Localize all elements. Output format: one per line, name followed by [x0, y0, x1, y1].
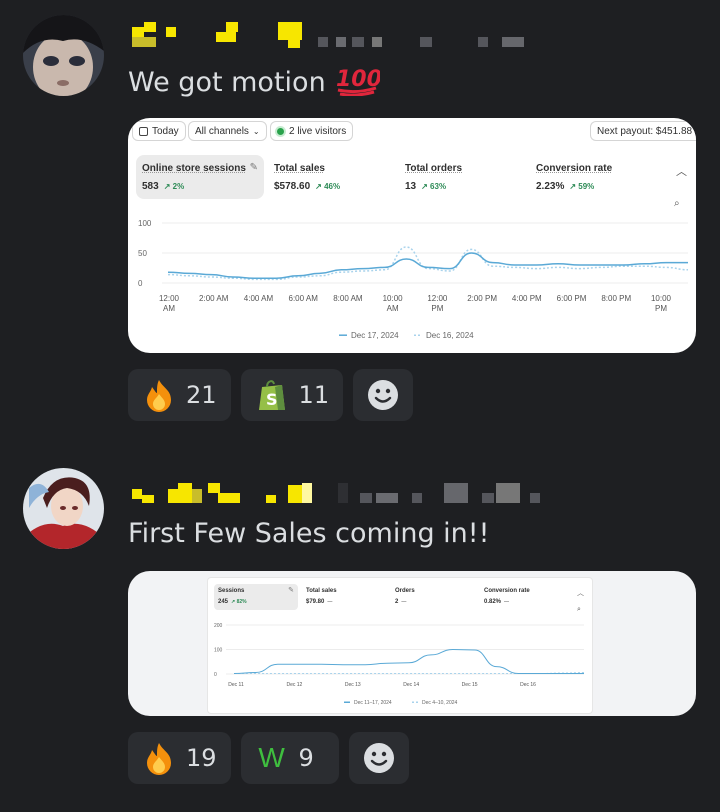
- y-tick-label: 200: [214, 623, 223, 629]
- fire-icon: [142, 378, 176, 412]
- sessions-line-chart: 10050012:00AM2:00 AM 4:00 AM 6:00 AM 8:00 A…: [138, 219, 689, 340]
- shopify-bag-icon: S: [255, 378, 289, 412]
- message-text-label: We got motion: [128, 67, 326, 98]
- message-text: We got motion 100: [128, 64, 382, 103]
- x-tick-label: Dec 12: [286, 682, 302, 688]
- x-tick-label: AM: [163, 304, 175, 313]
- legend-label: Dec 4–10, 2024: [422, 700, 458, 706]
- series-line: [167, 252, 688, 279]
- username-redacted[interactable]: [132, 481, 540, 507]
- y-tick-label: 0: [138, 279, 143, 288]
- x-tick-label: 8:00 AM: [333, 294, 363, 303]
- reaction-count: 19: [186, 744, 217, 772]
- x-tick-label: 6:00 AM: [289, 294, 319, 303]
- legend-label: Dec 11–17, 2024: [354, 700, 392, 706]
- reactions-bar: 21 S 11: [128, 369, 414, 421]
- x-tick-label: 2:00 AM: [199, 294, 229, 303]
- add-reaction-button[interactable]: [348, 732, 409, 784]
- smiley-add-reaction-icon: [366, 378, 400, 412]
- x-tick-label: 4:00 AM: [244, 294, 274, 303]
- x-tick-label: 4:00 PM: [512, 294, 542, 303]
- x-tick-label: PM: [431, 304, 443, 313]
- y-tick-label: 50: [138, 249, 147, 258]
- x-tick-label: 2:00 PM: [467, 294, 497, 303]
- reaction-count: 21: [186, 381, 217, 409]
- reaction-w[interactable]: W 9: [240, 732, 339, 784]
- smiley-add-reaction-icon: [362, 741, 396, 775]
- x-tick-label: 6:00 PM: [557, 294, 587, 303]
- reaction-count: 9: [298, 744, 314, 772]
- legend-label: Dec 17, 2024: [351, 331, 399, 340]
- avatar[interactable]: [23, 468, 104, 549]
- series-line: [167, 246, 689, 281]
- avatar[interactable]: [23, 15, 104, 96]
- reaction-fire[interactable]: 19: [128, 732, 231, 784]
- x-tick-label: Dec 11: [228, 682, 244, 688]
- fire-icon: [142, 741, 176, 775]
- letter-w-icon: W: [258, 742, 285, 773]
- reactions-bar: 19 W 9: [128, 732, 409, 784]
- sessions-line-chart: 200 100 0 Dec 11 Dec 12 Dec 13 Dec 14 Dec 15 Dec…: [214, 623, 585, 706]
- x-tick-label: 10:00: [651, 294, 672, 303]
- message-text: First Few Sales coming in!!: [128, 518, 490, 549]
- x-tick-label: AM: [387, 304, 399, 313]
- add-reaction-button[interactable]: [353, 369, 414, 421]
- x-tick-label: Dec 16: [520, 682, 536, 688]
- x-tick-label: Dec 14: [403, 682, 419, 688]
- y-tick-label: 100: [214, 647, 223, 653]
- y-tick-label: 0: [214, 672, 217, 678]
- svg-text:S: S: [266, 390, 278, 409]
- x-tick-label: 8:00 PM: [601, 294, 631, 303]
- reaction-shopify[interactable]: S 11: [240, 369, 344, 421]
- x-tick-label: Dec 13: [345, 682, 361, 688]
- hundred-points-icon: 100: [336, 64, 382, 103]
- legend-label: Dec 16, 2024: [426, 331, 474, 340]
- username-redacted[interactable]: [132, 22, 532, 48]
- x-tick-label: 12:00: [159, 294, 180, 303]
- analytics-card: Sessions ✎ 245 ↗ 82% Total sales $79.80— …: [207, 577, 593, 714]
- analytics-screenshot-1[interactable]: Today All channels ⌄ 2 live visitors Nex…: [128, 118, 696, 353]
- x-tick-label: Dec 15: [462, 682, 478, 688]
- x-tick-label: 10:00: [383, 294, 404, 303]
- analytics-screenshot-2[interactable]: Sessions ✎ 245 ↗ 82% Total sales $79.80— …: [128, 571, 696, 716]
- y-tick-label: 100: [138, 219, 152, 228]
- x-tick-label: 12:00: [427, 294, 448, 303]
- series-line: [233, 648, 584, 675]
- reaction-fire[interactable]: 21: [128, 369, 231, 421]
- x-tick-label: PM: [655, 304, 667, 313]
- reaction-count: 11: [298, 381, 330, 409]
